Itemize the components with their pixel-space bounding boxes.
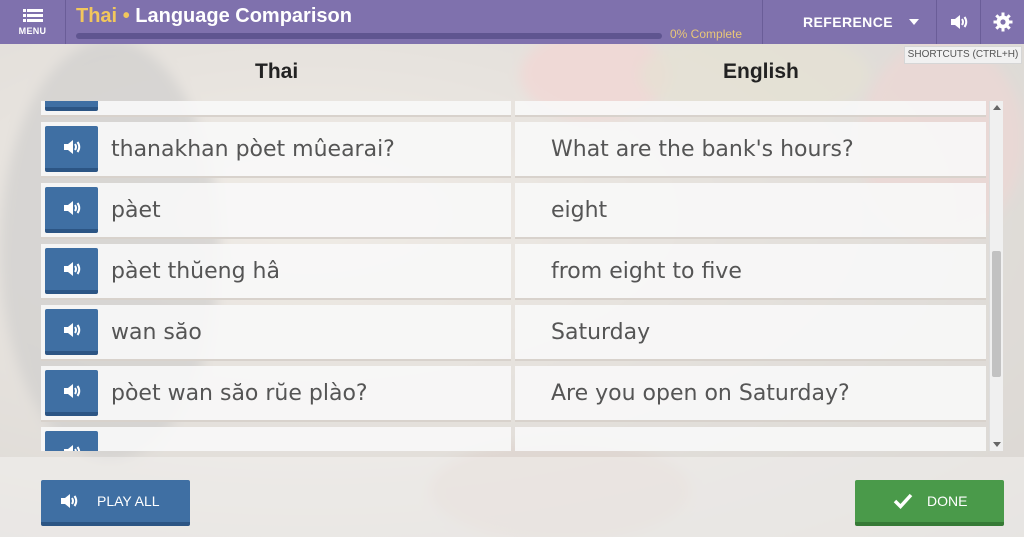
- reference-label: REFERENCE: [803, 14, 893, 30]
- title-separator: •: [122, 5, 130, 27]
- thai-phrase: thanakhan pòet mûearai?: [111, 137, 395, 162]
- shortcuts-tooltip: SHORTCUTS (CTRL+H): [904, 46, 1022, 64]
- english-cell: [515, 101, 986, 117]
- speaker-icon: [950, 15, 967, 29]
- english-cell: eight: [515, 183, 986, 239]
- thai-cell: [41, 101, 511, 117]
- thai-cell: pòet wan săo rŭe plào?: [41, 366, 511, 422]
- menu-button[interactable]: MENU: [0, 0, 66, 44]
- thai-phrase: pòet wan săo rŭe plào?: [111, 381, 368, 406]
- english-phrase: Are you open on Saturday?: [551, 381, 850, 406]
- thai-phrase: wan săo: [111, 320, 202, 345]
- table-row: wan săo Saturday: [41, 305, 986, 361]
- table-row: [41, 427, 986, 451]
- thai-cell: [41, 427, 511, 451]
- speaker-icon: [63, 201, 80, 215]
- english-cell: Saturday: [515, 305, 986, 361]
- play-all-label: PLAY ALL: [97, 493, 160, 509]
- english-phrase: from eight to five: [551, 259, 742, 284]
- scroll-thumb[interactable]: [992, 251, 1001, 377]
- english-cell: from eight to five: [515, 244, 986, 300]
- speaker-icon: [63, 445, 80, 451]
- english-cell: [515, 427, 986, 451]
- progress-bar: [76, 33, 662, 39]
- menu-label: MENU: [18, 25, 47, 36]
- thai-cell: pàet: [41, 183, 511, 239]
- speaker-icon: [61, 494, 78, 508]
- speaker-icon: [63, 384, 80, 398]
- column-header-thai: Thai: [255, 60, 299, 83]
- english-phrase: eight: [551, 198, 608, 223]
- menu-icon: [22, 8, 43, 23]
- table-row: [41, 101, 986, 117]
- play-all-button[interactable]: PLAY ALL: [41, 480, 190, 526]
- table-scrollbar[interactable]: [989, 101, 1003, 451]
- page-title: Thai • Language Comparison: [76, 3, 756, 29]
- play-audio-button[interactable]: [45, 101, 98, 111]
- play-audio-button[interactable]: [45, 187, 98, 233]
- play-audio-button[interactable]: [45, 431, 98, 451]
- english-phrase: What are the bank's hours?: [551, 137, 854, 162]
- thai-cell: wan săo: [41, 305, 511, 361]
- done-button[interactable]: DONE: [855, 480, 1004, 526]
- play-audio-button[interactable]: [45, 126, 98, 172]
- reference-dropdown[interactable]: REFERENCE: [762, 0, 936, 44]
- scroll-up-arrow-icon[interactable]: [993, 105, 1001, 110]
- checkmark-icon: [893, 493, 913, 510]
- thai-phrase: pàet thŭeng hâ: [111, 259, 280, 284]
- table-row: pàet thŭeng hâ from eight to five: [41, 244, 986, 300]
- gear-icon: [993, 12, 1012, 32]
- comparison-table: thanakhan pòet mûearai? What are the ban…: [41, 101, 986, 451]
- thai-phrase: pàet: [111, 198, 161, 223]
- column-header-english: English: [723, 60, 799, 83]
- table-row: pòet wan săo rŭe plào? Are you open on S…: [41, 366, 986, 422]
- play-audio-button[interactable]: [45, 248, 98, 294]
- thai-cell: thanakhan pòet mûearai?: [41, 122, 511, 178]
- done-label: DONE: [927, 493, 968, 509]
- thai-cell: pàet thŭeng hâ: [41, 244, 511, 300]
- english-cell: What are the bank's hours?: [515, 122, 986, 178]
- audio-button[interactable]: [936, 0, 980, 44]
- play-audio-button[interactable]: [45, 370, 98, 416]
- activity-title: Language Comparison: [135, 5, 352, 27]
- speaker-icon: [63, 323, 80, 337]
- language-name: Thai: [76, 5, 118, 27]
- title-area: Thai • Language Comparison 0% Complete: [76, 3, 756, 43]
- settings-button[interactable]: [980, 0, 1024, 44]
- speaker-icon: [63, 140, 80, 154]
- speaker-icon: [63, 262, 80, 276]
- table-row: thanakhan pòet mûearai? What are the ban…: [41, 122, 986, 178]
- table-row: pàet eight: [41, 183, 986, 239]
- english-phrase: Saturday: [551, 320, 651, 345]
- english-cell: Are you open on Saturday?: [515, 366, 986, 422]
- scroll-down-arrow-icon[interactable]: [993, 442, 1001, 447]
- play-audio-button[interactable]: [45, 309, 98, 355]
- progress-text: 0% Complete: [670, 27, 743, 41]
- chevron-down-icon: [908, 19, 919, 25]
